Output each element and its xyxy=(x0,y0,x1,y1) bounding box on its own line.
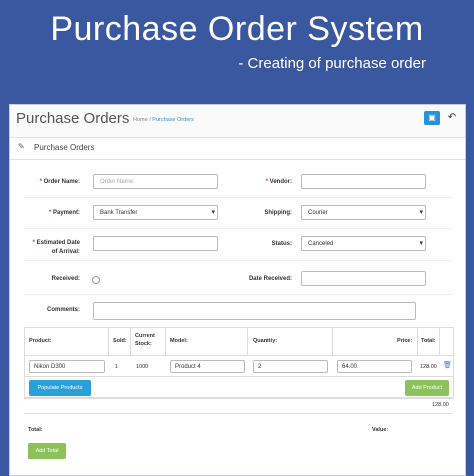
breadcrumb: Home / Purchase Orders xyxy=(133,117,194,123)
section-title: Purchase Orders xyxy=(34,143,95,152)
vendor-label: * Vendor: xyxy=(240,179,292,185)
divider xyxy=(24,413,452,414)
column-header-model: Model: xyxy=(170,338,188,344)
divider xyxy=(24,397,452,398)
column-header-quantity: Quantity: xyxy=(253,338,278,344)
date-received-input[interactable] xyxy=(301,271,426,286)
divider xyxy=(24,294,452,295)
required-mark: * xyxy=(39,179,42,185)
received-label: Received: xyxy=(51,276,80,282)
price-input[interactable]: 64.00 xyxy=(337,360,412,373)
column-header-price: Price: xyxy=(397,338,413,344)
shipping-selected-value: Courier xyxy=(308,210,328,216)
divider xyxy=(24,197,452,198)
arrival-label-line1: Estimated Date xyxy=(36,240,80,246)
add-product-button[interactable]: Add Product xyxy=(405,380,449,396)
status-select[interactable]: Canceled ▾ xyxy=(301,236,426,251)
order-name-input[interactable]: Order Name: xyxy=(93,174,218,189)
page-header: Purchase Orders Home / Purchase Orders ▣… xyxy=(10,105,465,138)
chevron-down-icon: ▾ xyxy=(419,240,423,247)
column-header-product: Product: xyxy=(29,338,52,344)
required-mark: * xyxy=(48,210,52,216)
divider xyxy=(24,260,452,261)
payment-label: * Payment: xyxy=(20,210,80,216)
required-mark: * xyxy=(265,179,268,185)
arrival-date-input[interactable] xyxy=(93,236,218,251)
comments-label: Comments: xyxy=(46,307,80,313)
order-name-label: * Order Name: xyxy=(20,179,80,185)
divider xyxy=(25,355,453,356)
arrival-date-label: * Estimated Date of Arrival: xyxy=(18,239,80,257)
chevron-down-icon: ▾ xyxy=(211,209,215,216)
add-total-button[interactable]: Add Total xyxy=(28,443,66,459)
pencil-icon: ✎ xyxy=(18,142,25,151)
date-received-label: Date Received: xyxy=(248,276,292,282)
total-label: Total: xyxy=(28,427,43,433)
payment-label-text: Payment: xyxy=(52,210,80,216)
hero-subtitle: - Creating of purchase order xyxy=(238,55,426,72)
page-title: Purchase Orders xyxy=(16,110,130,127)
status-label: Status: xyxy=(271,241,292,247)
products-table: Product: Sold: Current Stock: Model: Qua… xyxy=(24,327,454,399)
sold-value: 1 xyxy=(115,364,119,370)
quantity-input[interactable]: 2 xyxy=(253,360,328,373)
column-divider xyxy=(332,328,333,355)
payment-selected-value: Bank Transfer xyxy=(100,210,138,216)
required-mark: * xyxy=(32,240,35,246)
breadcrumb-home[interactable]: Home xyxy=(133,117,148,123)
model-input[interactable]: Product 4 xyxy=(170,360,245,373)
column-header-stock: Current Stock: xyxy=(135,333,155,347)
breadcrumb-current[interactable]: Purchase Orders xyxy=(152,117,194,123)
arrival-label-line2: of Arrival: xyxy=(51,249,80,255)
order-name-label-text: Order Name: xyxy=(43,179,80,185)
column-header-total: Total: xyxy=(421,338,436,344)
hero-title: Purchase Order System xyxy=(50,10,424,48)
vendor-input[interactable] xyxy=(301,174,426,189)
products-sum: 128.00 xyxy=(432,402,449,408)
floppy-icon: ▣ xyxy=(428,113,436,122)
back-button[interactable]: ↶ xyxy=(444,111,460,125)
value-label: Value: xyxy=(372,427,389,433)
section-header: ✎ Purchase Orders xyxy=(10,137,465,160)
received-radio[interactable] xyxy=(92,276,100,284)
payment-select[interactable]: Bank Transfer ▾ xyxy=(93,205,218,220)
row-total-value: 128.00 xyxy=(420,364,437,370)
stock-value: 1000 xyxy=(136,364,149,370)
vendor-label-text: Vendor: xyxy=(269,179,292,185)
divider xyxy=(24,228,452,229)
save-button[interactable]: ▣ xyxy=(424,111,440,125)
trash-icon[interactable]: 🗑 xyxy=(443,361,452,369)
status-selected-value: Canceled xyxy=(308,241,334,247)
divider xyxy=(25,376,453,377)
comments-textarea[interactable] xyxy=(93,302,416,320)
shipping-label: Shipping: xyxy=(264,210,292,216)
column-divider xyxy=(130,328,131,355)
shipping-select[interactable]: Courier ▾ xyxy=(301,205,426,220)
column-divider xyxy=(417,328,418,355)
column-header-sold: Sold: xyxy=(113,338,127,344)
reply-arrow-icon: ↶ xyxy=(447,112,457,123)
column-divider xyxy=(247,328,248,355)
product-input[interactable]: Nikon D300 xyxy=(29,360,105,373)
column-divider xyxy=(108,328,109,355)
column-divider xyxy=(165,328,166,355)
purchase-orders-window: Purchase Orders Home / Purchase Orders ▣… xyxy=(9,104,466,476)
chevron-down-icon: ▾ xyxy=(419,209,423,216)
column-divider xyxy=(439,328,440,355)
populate-products-button[interactable]: Populate Products xyxy=(29,380,91,396)
breadcrumb-separator: / xyxy=(149,117,151,123)
